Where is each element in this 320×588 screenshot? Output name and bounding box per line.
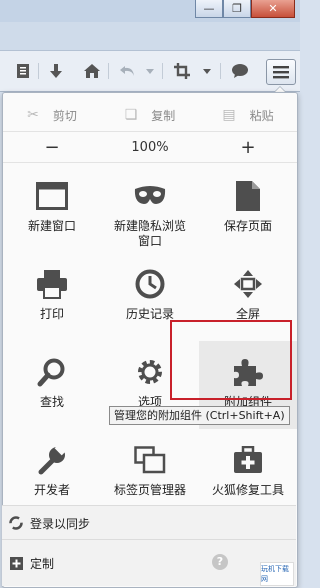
new-window-button[interactable]: 新建窗口 bbox=[3, 165, 101, 253]
print-button[interactable]: 打印 bbox=[3, 253, 101, 341]
mask-icon bbox=[133, 179, 167, 213]
new-private-window-label: 新建隐私浏览 窗口 bbox=[113, 219, 186, 248]
dropdown-icon[interactable] bbox=[144, 59, 156, 83]
edit-controls: ✂ 剪切 ❏ 复制 ▤ 粘贴 bbox=[3, 101, 297, 129]
magnifier-icon bbox=[35, 355, 69, 389]
developer-button[interactable]: 开发者 bbox=[3, 429, 101, 517]
tab-groups-button[interactable]: 标签页管理器 bbox=[101, 429, 199, 517]
tab-groups-label: 标签页管理器 bbox=[113, 483, 186, 497]
window-controls: — ❐ ✕ bbox=[195, 0, 295, 18]
menu-icon[interactable] bbox=[266, 59, 296, 85]
find-button[interactable]: 查找 bbox=[3, 341, 101, 429]
highlight-annotation bbox=[170, 320, 292, 400]
cut-button[interactable]: ✂ 剪切 bbox=[3, 101, 101, 129]
wrench-icon bbox=[35, 443, 69, 477]
crop-icon[interactable] bbox=[170, 59, 194, 83]
save-page-button[interactable]: 保存页面 bbox=[199, 165, 297, 253]
firefox-repair-label: 火狐修复工具 bbox=[211, 483, 284, 497]
window-icon bbox=[35, 179, 69, 213]
window-titlebar: — ❐ ✕ bbox=[0, 0, 300, 22]
paste-button[interactable]: ▤ 粘贴 bbox=[199, 101, 297, 129]
minimize-button[interactable]: — bbox=[195, 0, 223, 18]
help-icon[interactable]: ? bbox=[212, 554, 228, 570]
restore-button[interactable]: ❐ bbox=[223, 0, 251, 18]
firefox-repair-button[interactable]: 火狐修复工具 bbox=[199, 429, 297, 517]
home-icon[interactable] bbox=[80, 59, 104, 83]
tab-groups-icon bbox=[133, 443, 167, 477]
print-label: 打印 bbox=[39, 307, 64, 321]
zoom-reset-button[interactable]: 100% bbox=[101, 132, 199, 162]
chat-icon[interactable] bbox=[228, 59, 252, 83]
printer-icon bbox=[35, 267, 69, 301]
fullscreen-icon bbox=[231, 267, 265, 301]
zoom-controls: − 100% + bbox=[3, 131, 297, 163]
sync-icon bbox=[2, 516, 30, 530]
zoom-in-button[interactable]: + bbox=[199, 132, 297, 162]
new-window-label: 新建窗口 bbox=[27, 219, 76, 233]
download-icon[interactable] bbox=[44, 59, 68, 83]
customize-bar: 定制 ? bbox=[2, 539, 296, 586]
scissors-icon: ✂ bbox=[27, 107, 39, 123]
bookmarks-list-icon[interactable] bbox=[12, 59, 34, 83]
plus-box-icon bbox=[2, 556, 30, 570]
page-icon bbox=[231, 179, 265, 213]
zoom-out-button[interactable]: − bbox=[3, 132, 101, 162]
sync-button[interactable]: 登录以同步 bbox=[2, 505, 296, 540]
clipboard-icon: ▤ bbox=[222, 107, 236, 123]
developer-label: 开发者 bbox=[33, 483, 70, 497]
copy-button[interactable]: ❏ 复制 bbox=[101, 101, 199, 129]
tab-strip bbox=[0, 22, 300, 51]
find-label: 查找 bbox=[39, 395, 64, 409]
addons-tooltip: 管理您的附加组件 (Ctrl+Shift+A) bbox=[109, 406, 290, 425]
gear-icon bbox=[133, 355, 167, 389]
toolbar-separator bbox=[108, 63, 109, 79]
toolbar-separator bbox=[220, 63, 221, 79]
dropdown-icon[interactable] bbox=[200, 59, 214, 83]
cut-label: 剪切 bbox=[52, 108, 77, 123]
toolbar-separator bbox=[162, 63, 163, 79]
copy-icon: ❏ bbox=[124, 107, 138, 123]
customize-button[interactable]: 定制 bbox=[30, 555, 54, 572]
toolbox-icon bbox=[231, 443, 265, 477]
paste-label: 粘贴 bbox=[249, 108, 274, 123]
sync-label: 登录以同步 bbox=[30, 516, 91, 531]
copy-label: 复制 bbox=[151, 108, 176, 123]
watermark: 玩机下载网 bbox=[260, 562, 294, 586]
save-page-label: 保存页面 bbox=[223, 219, 272, 233]
toolbar-separator bbox=[38, 63, 39, 79]
undo-icon[interactable] bbox=[116, 59, 140, 83]
navigation-toolbar bbox=[0, 51, 300, 92]
clock-icon bbox=[133, 267, 167, 301]
close-button[interactable]: ✕ bbox=[251, 0, 295, 18]
new-private-window-button[interactable]: 新建隐私浏览 窗口 bbox=[101, 165, 199, 253]
